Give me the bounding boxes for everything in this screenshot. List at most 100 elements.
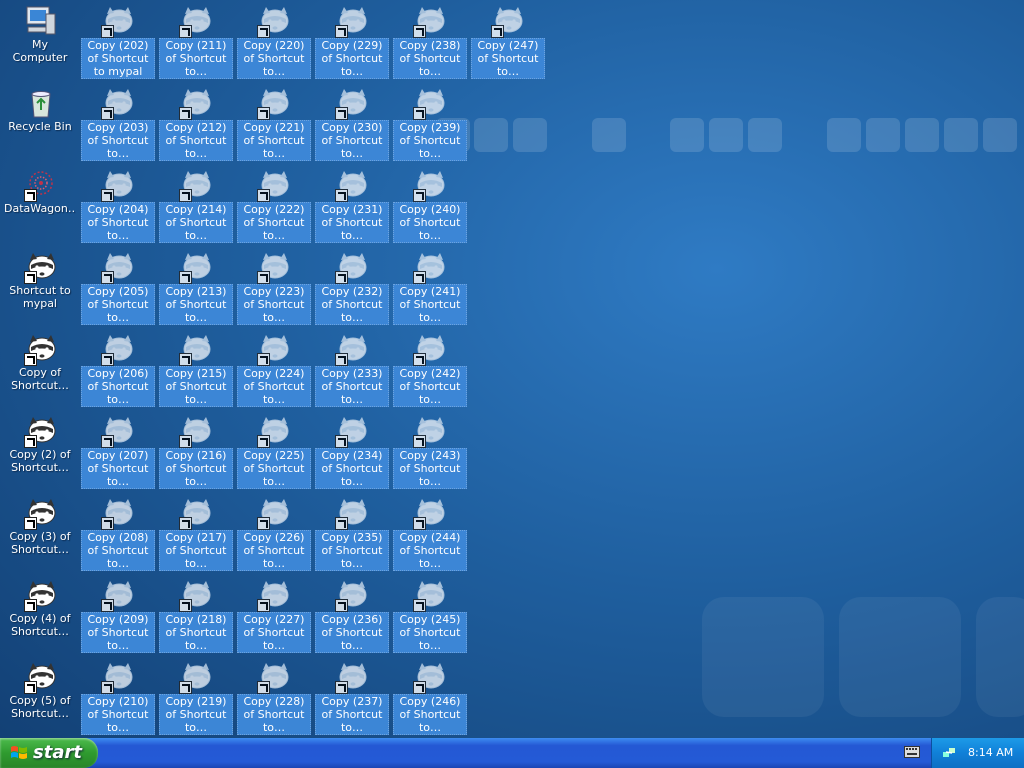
wallpaper-tile [702,597,824,717]
icon-label: Copy (3) of Shortcut… [9,530,71,556]
desktop-shortcut-icon[interactable]: Copy (219) of Shortcut to… [157,658,233,740]
wallpaper-tile [905,118,939,152]
desktop-shortcut-icon[interactable]: Copy (236) of Shortcut to… [313,576,389,658]
shortcut-arrow-icon [335,353,348,366]
desktop-shortcut-icon[interactable]: Copy (209) of Shortcut to… [79,576,155,658]
copy-of-shortcut-icon[interactable]: Copy of Shortcut… [2,330,78,412]
desktop-shortcut-icon[interactable]: Copy (221) of Shortcut to… [235,84,311,166]
start-button[interactable]: start [0,738,98,768]
desktop-shortcut-icon[interactable]: Copy (218) of Shortcut to… [157,576,233,658]
raccoon-icon [101,168,135,202]
shortcut-arrow-icon [101,189,114,202]
icon-label: Copy (232) of Shortcut to… [315,284,389,325]
clock[interactable]: 8:14 AM [968,746,1013,759]
shortcut-arrow-icon [179,107,192,120]
start-label: start [33,742,82,763]
desktop-shortcut-icon[interactable]: Copy (217) of Shortcut to… [157,494,233,576]
shortcut-to-mypal-icon[interactable]: Shortcut to mypal [2,248,78,330]
raccoon-icon [24,414,58,448]
desktop-shortcut-icon[interactable]: Copy (205) of Shortcut to… [79,248,155,330]
wallpaper-tile [983,118,1017,152]
raccoon-icon [179,332,213,366]
icon-label: DataWagon… [4,202,76,215]
desktop-shortcut-icon[interactable]: Copy (235) of Shortcut to… [313,494,389,576]
raccoon-icon [413,86,447,120]
shortcut-arrow-icon [335,25,348,38]
desktop-shortcut-icon[interactable]: Copy (211) of Shortcut to… [157,2,233,84]
icon-label: My Computer [12,38,68,64]
desktop-shortcut-icon[interactable]: Copy (242) of Shortcut to… [391,330,467,412]
icon-label: Copy (243) of Shortcut to… [393,448,467,489]
copy-5-of-shortcut-icon[interactable]: Copy (5) of Shortcut… [2,658,78,740]
desktop-shortcut-icon[interactable]: Copy (247) of Shortcut to… [469,2,545,84]
raccoon-icon [257,250,291,284]
desktop-shortcut-icon[interactable]: Copy (223) of Shortcut to… [235,248,311,330]
shortcut-arrow-icon [101,271,114,284]
icon-label: Copy (245) of Shortcut to… [393,612,467,653]
desktop-shortcut-icon[interactable]: Copy (244) of Shortcut to… [391,494,467,576]
icon-label: Copy (209) of Shortcut to… [81,612,155,653]
desktop-shortcut-icon[interactable]: Copy (246) of Shortcut to… [391,658,467,740]
desktop-shortcut-icon[interactable]: Copy (241) of Shortcut to… [391,248,467,330]
recycle-bin-icon[interactable]: Recycle Bin [2,84,78,166]
desktop-shortcut-icon[interactable]: Copy (215) of Shortcut to… [157,330,233,412]
icon-label: Copy of Shortcut… [11,366,69,392]
raccoon-icon [335,414,369,448]
copy-2-of-shortcut-icon[interactable]: Copy (2) of Shortcut… [2,412,78,494]
desktop-shortcut-icon[interactable]: Copy (227) of Shortcut to… [235,576,311,658]
desktop-shortcut-icon[interactable]: Copy (240) of Shortcut to… [391,166,467,248]
shortcut-arrow-icon [413,353,426,366]
datawagon-icon[interactable]: DataWagon… [2,166,78,248]
icon-label: Copy (2) of Shortcut… [9,448,71,474]
desktop-shortcut-icon[interactable]: Copy (208) of Shortcut to… [79,494,155,576]
desktop-shortcut-icon[interactable]: Copy (243) of Shortcut to… [391,412,467,494]
desktop-shortcut-icon[interactable]: Copy (239) of Shortcut to… [391,84,467,166]
raccoon-icon [257,578,291,612]
raccoon-icon [413,250,447,284]
raccoon-icon [335,496,369,530]
copy-4-of-shortcut-icon[interactable]: Copy (4) of Shortcut… [2,576,78,658]
desktop-shortcut-icon[interactable]: Copy (234) of Shortcut to… [313,412,389,494]
raccoon-icon [101,578,135,612]
shortcut-arrow-icon [335,435,348,448]
raccoon-icon [101,332,135,366]
my-computer-icon[interactable]: My Computer [2,2,78,84]
desktop-shortcut-icon[interactable]: Copy (206) of Shortcut to… [79,330,155,412]
desktop-shortcut-icon[interactable]: Copy (220) of Shortcut to… [235,2,311,84]
desktop-shortcut-icon[interactable]: Copy (231) of Shortcut to… [313,166,389,248]
desktop-shortcut-icon[interactable]: Copy (202) of Shortcut to mypal [79,2,155,84]
desktop-shortcut-icon[interactable]: Copy (230) of Shortcut to… [313,84,389,166]
shortcut-arrow-icon [101,599,114,612]
raccoon-icon [335,660,369,694]
desktop-shortcut-icon[interactable]: Copy (237) of Shortcut to… [313,658,389,740]
keyboard-icon[interactable] [904,746,920,758]
desktop-shortcut-icon[interactable]: Copy (226) of Shortcut to… [235,494,311,576]
desktop-shortcut-icon[interactable]: Copy (233) of Shortcut to… [313,330,389,412]
network-icon[interactable] [942,746,956,760]
desktop-shortcut-icon[interactable]: Copy (222) of Shortcut to… [235,166,311,248]
desktop-shortcut-icon[interactable]: Copy (228) of Shortcut to… [235,658,311,740]
desktop-shortcut-icon[interactable]: Copy (225) of Shortcut to… [235,412,311,494]
shortcut-arrow-icon [179,599,192,612]
desktop-shortcut-icon[interactable]: Copy (214) of Shortcut to… [157,166,233,248]
desktop-shortcut-icon[interactable]: Copy (238) of Shortcut to… [391,2,467,84]
icon-label: Copy (5) of Shortcut… [9,694,71,720]
desktop-shortcut-icon[interactable]: Copy (203) of Shortcut to… [79,84,155,166]
desktop-shortcut-icon[interactable]: Copy (245) of Shortcut to… [391,576,467,658]
desktop-shortcut-icon[interactable]: Copy (224) of Shortcut to… [235,330,311,412]
desktop-shortcut-icon[interactable]: Copy (212) of Shortcut to… [157,84,233,166]
desktop-shortcut-icon[interactable]: Copy (210) of Shortcut to… [79,658,155,740]
desktop-shortcut-icon[interactable]: Copy (207) of Shortcut to… [79,412,155,494]
shortcut-arrow-icon [413,435,426,448]
desktop-shortcut-icon[interactable]: Copy (232) of Shortcut to… [313,248,389,330]
raccoon-icon [335,168,369,202]
desktop-shortcut-icon[interactable]: Copy (216) of Shortcut to… [157,412,233,494]
copy-3-of-shortcut-icon[interactable]: Copy (3) of Shortcut… [2,494,78,576]
desktop-shortcut-icon[interactable]: Copy (204) of Shortcut to… [79,166,155,248]
desktop-shortcut-icon[interactable]: Copy (229) of Shortcut to… [313,2,389,84]
icon-label: Copy (241) of Shortcut to… [393,284,467,325]
shortcut-arrow-icon [413,271,426,284]
icon-label: Copy (244) of Shortcut to… [393,530,467,571]
desktop-shortcut-icon[interactable]: Copy (213) of Shortcut to… [157,248,233,330]
shortcut-arrow-icon [101,435,114,448]
